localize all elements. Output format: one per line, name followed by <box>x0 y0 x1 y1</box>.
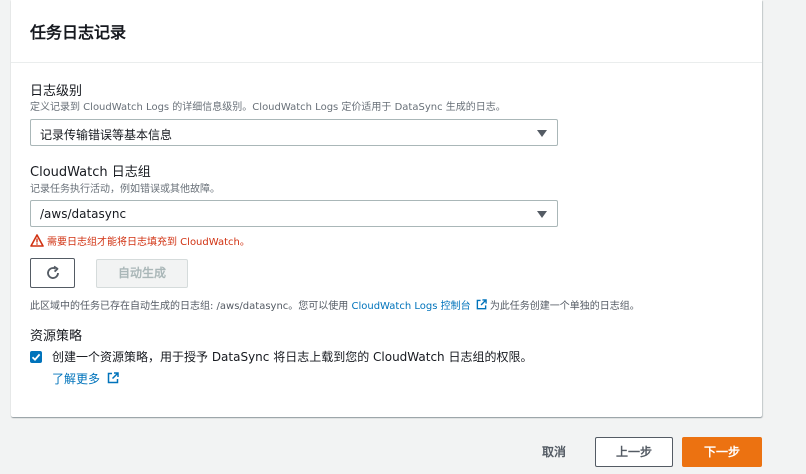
resource-policy-checkbox-label[interactable]: 创建一个资源策略，用于授予 DataSync 将日志上载到您的 CloudWat… <box>52 348 532 365</box>
caret-down-icon <box>537 130 547 137</box>
log-group-select[interactable]: /aws/datasync <box>30 200 558 227</box>
caret-down-icon <box>537 211 547 218</box>
log-level-label: 日志级别 <box>30 84 83 99</box>
previous-button[interactable]: 上一步 <box>595 437 673 467</box>
refresh-button[interactable] <box>30 258 75 288</box>
panel-header: 任务日志记录 <box>11 0 762 63</box>
resource-policy-checkbox[interactable] <box>30 351 42 363</box>
learn-more-text[interactable]: 了解更多 <box>52 372 100 386</box>
info-text-suffix: 为此任务创建一个单独的日志组。 <box>489 301 640 312</box>
log-group-label: CloudWatch 日志组 <box>30 165 151 180</box>
log-level-select[interactable]: 记录传输错误等基本信息 <box>30 119 558 146</box>
learn-more-link[interactable]: 了解更多 <box>52 370 119 387</box>
next-button[interactable]: 下一步 <box>682 437 762 467</box>
panel-title: 任务日志记录 <box>30 23 127 42</box>
cancel-button[interactable]: 取消 <box>528 437 580 467</box>
log-group-info: 此区域中的任务已存在自动生成的日志组: /aws/datasync。您可以使用 … <box>30 297 640 312</box>
checkmark-icon <box>31 353 41 362</box>
refresh-icon <box>47 265 59 279</box>
warning-icon <box>30 234 44 247</box>
log-group-description: 记录任务执行活动，例如错误或其他故障。 <box>30 184 220 195</box>
log-group-error: 需要日志组才能将日志填充到 CloudWatch。 <box>30 233 250 248</box>
cloudwatch-logs-console-link[interactable]: CloudWatch Logs 控制台 <box>351 301 470 312</box>
external-link-icon <box>476 299 487 310</box>
log-level-description: 定义记录到 CloudWatch Logs 的详细信息级别。CloudWatch… <box>30 102 506 113</box>
log-group-selected-value: /aws/datasync <box>40 207 127 221</box>
error-message: 需要日志组才能将日志填充到 CloudWatch。 <box>47 237 250 248</box>
auto-generate-button[interactable]: 自动生成 <box>96 259 188 288</box>
log-level-selected-value: 记录传输错误等基本信息 <box>40 128 173 142</box>
external-link-icon <box>107 372 119 384</box>
info-text-prefix: 此区域中的任务已存在自动生成的日志组: /aws/datasync。您可以使用 <box>30 301 352 312</box>
task-logging-panel: 任务日志记录 日志级别 定义记录到 CloudWatch Logs 的详细信息级… <box>11 0 762 417</box>
resource-policy-label: 资源策略 <box>30 329 83 344</box>
